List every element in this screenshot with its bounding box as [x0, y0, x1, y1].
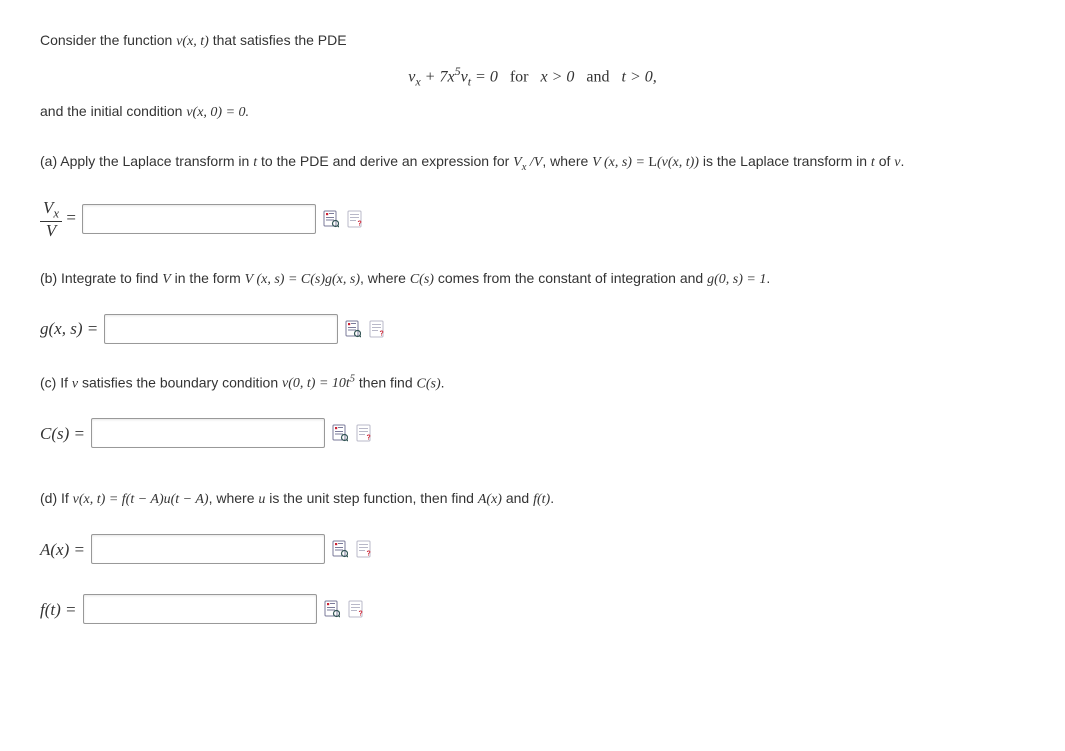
math-Cs: C(s): [410, 272, 434, 287]
part-a-prompt: (a) Apply the Laplace transform in t to …: [40, 151, 1025, 176]
svg-text:?: ?: [358, 611, 362, 618]
preview-icon[interactable]: [331, 539, 349, 559]
intro-text: Consider the function: [40, 32, 176, 48]
part-d-label-f: f(t) =: [40, 597, 77, 623]
preview-icon[interactable]: [322, 209, 340, 229]
intro-line-1: Consider the function v(x, t) that satis…: [40, 30, 1025, 52]
text: and: [502, 490, 533, 506]
help-icon[interactable]: ?: [355, 423, 373, 443]
svg-text:?: ?: [367, 435, 371, 442]
part-c: (c) If v satisfies the boundary conditio…: [40, 372, 1025, 449]
intro-line-2: and the initial condition v(x, 0) = 0.: [40, 101, 1025, 123]
text: is the Laplace transform in: [699, 153, 871, 169]
text: .: [766, 270, 770, 286]
part-d: (d) If v(x, t) = f(t − A)u(t − A), where…: [40, 488, 1025, 624]
frac-num: Vx: [40, 199, 62, 222]
text: .: [901, 153, 905, 169]
svg-text:?: ?: [357, 221, 361, 228]
part-c-prompt: (c) If v satisfies the boundary conditio…: [40, 372, 1025, 395]
part-c-answer-row: C(s) = ?: [40, 418, 1025, 448]
math-Vform: V (x, s) = C(s)g(x, s): [245, 272, 360, 287]
part-a-answer-row: Vx V = ?: [40, 199, 1025, 240]
text: is the unit step function, then find: [265, 490, 477, 506]
preview-icon[interactable]: [331, 423, 349, 443]
part-b-answer-row: g(x, s) = ?: [40, 314, 1025, 344]
intro-math-vxt: v(x, t): [176, 34, 209, 49]
text: satisfies the boundary condition: [78, 374, 282, 390]
text: .: [441, 374, 445, 390]
text: , where: [360, 270, 410, 286]
intro-text: and the initial condition: [40, 103, 186, 119]
part-c-label: C(s) =: [40, 421, 85, 447]
text: in the form: [171, 270, 245, 286]
equals: =: [66, 208, 76, 227]
part-d-input-f[interactable]: [83, 594, 317, 624]
intro-text: that satisfies the PDE: [213, 32, 347, 48]
part-d-prompt: (d) If v(x, t) = f(t − A)u(t − A), where…: [40, 488, 1025, 510]
svg-text:?: ?: [380, 330, 384, 337]
math-Cs: C(s): [417, 376, 441, 391]
text: (b) Integrate to find: [40, 270, 162, 286]
math-eq: v(x, t) = f(t − A)u(t − A): [73, 492, 209, 507]
text: comes from the constant of integration a…: [434, 270, 707, 286]
text: to the PDE and derive an expression for: [257, 153, 513, 169]
math-bc: v(0, t) = 10t5: [282, 376, 355, 391]
preview-icon[interactable]: [344, 319, 362, 339]
help-icon[interactable]: ?: [368, 319, 386, 339]
math-laplace-def: V (x, s) = L(v(x, t)): [592, 155, 699, 170]
frac-den: V: [43, 222, 59, 240]
math-V: V: [162, 272, 171, 287]
math-g0: g(0, s) = 1: [707, 272, 766, 287]
help-icon[interactable]: ?: [346, 209, 364, 229]
svg-text:?: ?: [366, 551, 370, 558]
part-b-input[interactable]: [104, 314, 338, 344]
text: (a) Apply the Laplace transform in: [40, 153, 253, 169]
part-c-input[interactable]: [91, 418, 325, 448]
pde-equation: vx + 7x5vt = 0 for x > 0 and t > 0,: [40, 62, 1025, 91]
text: (d) If: [40, 490, 73, 506]
text: (c) If: [40, 374, 72, 390]
part-b: (b) Integrate to find V in the form V (x…: [40, 268, 1025, 344]
part-d-answer-row-f: f(t) = ?: [40, 594, 1025, 624]
math-ft: f(t): [533, 492, 550, 507]
help-icon[interactable]: ?: [347, 599, 365, 619]
part-a-label: Vx V =: [40, 199, 76, 240]
part-a-input[interactable]: [82, 204, 316, 234]
part-d-answer-row-A: A(x) = ?: [40, 534, 1025, 564]
part-b-prompt: (b) Integrate to find V in the form V (x…: [40, 268, 1025, 290]
part-d-label-A: A(x) =: [40, 537, 85, 563]
math-Ax: A(x): [478, 492, 502, 507]
text: , where: [209, 490, 259, 506]
math-vx-over-v: Vx /V: [513, 155, 542, 170]
intro-initial-cond: v(x, 0) = 0.: [186, 105, 249, 120]
part-d-input-A[interactable]: [91, 534, 325, 564]
part-b-label: g(x, s) =: [40, 316, 98, 342]
part-a: (a) Apply the Laplace transform in t to …: [40, 151, 1025, 240]
text: of: [875, 153, 894, 169]
preview-icon[interactable]: [323, 599, 341, 619]
help-icon[interactable]: ?: [355, 539, 373, 559]
text: , where: [542, 153, 592, 169]
text: .: [550, 490, 554, 506]
text: then find: [355, 374, 417, 390]
